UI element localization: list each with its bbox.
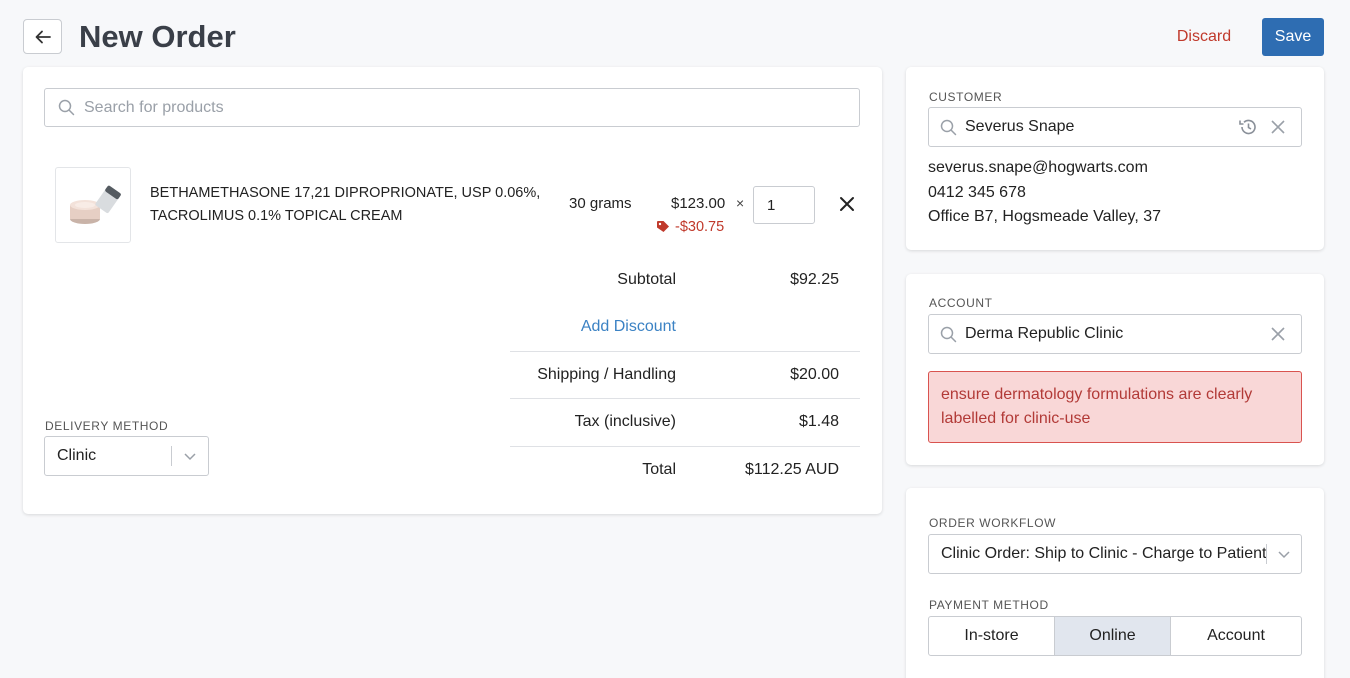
order-workflow-label: ORDER WORKFLOW xyxy=(929,516,1057,530)
order-workflow-value: Clinic Order: Ship to Clinic - Charge to… xyxy=(941,545,1266,562)
add-discount-link[interactable]: Add Discount xyxy=(476,318,676,336)
delivery-method-value: Clinic xyxy=(57,447,97,464)
item-discount: -$30.75 xyxy=(656,219,724,235)
total-value: $112.25 AUD xyxy=(745,461,839,478)
product-price: $123.00 xyxy=(671,195,726,212)
payment-method-label: PAYMENT METHOD xyxy=(929,598,1049,612)
back-button[interactable] xyxy=(23,19,62,54)
search-placeholder: Search for products xyxy=(84,98,224,116)
product-thumbnail xyxy=(55,167,131,243)
customer-email: severus.snape@hogwarts.com xyxy=(928,159,1148,176)
history-icon[interactable] xyxy=(1233,117,1263,137)
product-size: 30 grams xyxy=(569,195,632,212)
shipping-value: $20.00 xyxy=(790,366,839,383)
search-icon xyxy=(58,99,75,116)
cream-jar-image xyxy=(70,185,121,224)
account-notice: ensure dermatology formulations are clea… xyxy=(928,371,1302,443)
payment-method-segmented: In-store Online Account xyxy=(928,616,1302,656)
tax-value: $1.48 xyxy=(798,413,839,430)
search-icon xyxy=(940,119,957,135)
order-workflow-select[interactable]: Clinic Order: Ship to Clinic - Charge to… xyxy=(928,534,1302,574)
remove-item-button[interactable] xyxy=(836,193,858,215)
product-name: BETHAMETHASONE 17,21 DIPROPRIONATE, USP … xyxy=(150,182,560,228)
subtotal-value: $92.25 xyxy=(790,271,839,288)
account-search-input[interactable]: Derma Republic Clinic xyxy=(928,314,1302,354)
customer-label: CUSTOMER xyxy=(929,90,1003,104)
arrow-left-icon xyxy=(35,30,51,43)
clear-customer-icon[interactable] xyxy=(1263,120,1293,134)
total-label: Total xyxy=(642,461,676,478)
product-name-line-1: BETHAMETHASONE 17,21 DIPROPRIONATE, USP … xyxy=(150,185,541,201)
customer-address: Office B7, Hogsmeade Valley, 37 xyxy=(928,208,1162,225)
delivery-method-label: DELIVERY METHOD xyxy=(45,419,169,433)
save-button[interactable]: Save xyxy=(1262,18,1324,56)
customer-name: Severus Snape xyxy=(965,118,1075,135)
clear-account-icon[interactable] xyxy=(1263,327,1293,341)
account-label: ACCOUNT xyxy=(929,296,993,310)
account-name: Derma Republic Clinic xyxy=(965,325,1124,342)
customer-search-input[interactable]: Severus Snape xyxy=(928,107,1302,147)
customer-phone: 0412 345 678 xyxy=(928,184,1026,201)
divider xyxy=(510,446,860,447)
subtotal-label: Subtotal xyxy=(617,271,676,288)
chevron-down-icon xyxy=(1267,550,1301,559)
multiply-sign: × xyxy=(736,195,745,211)
quantity-input[interactable] xyxy=(753,186,815,224)
divider xyxy=(510,351,860,352)
discard-button[interactable]: Discard xyxy=(1164,20,1244,54)
product-search-input[interactable]: Search for products xyxy=(44,88,860,127)
payment-option-in-store[interactable]: In-store xyxy=(929,617,1055,655)
search-icon xyxy=(940,326,957,342)
tax-label: Tax (inclusive) xyxy=(574,413,676,430)
delivery-method-select[interactable]: Clinic xyxy=(44,436,209,476)
payment-option-account[interactable]: Account xyxy=(1171,617,1301,655)
page-title: New Order xyxy=(79,19,236,54)
chevron-down-icon xyxy=(172,452,208,461)
close-icon xyxy=(840,197,854,211)
price-tag-icon xyxy=(657,221,669,232)
product-name-line-2: TACROLIMUS 0.1% TOPICAL CREAM xyxy=(150,208,403,224)
shipping-label: Shipping / Handling xyxy=(537,366,676,383)
divider xyxy=(510,398,860,399)
payment-option-online[interactable]: Online xyxy=(1055,617,1171,655)
item-discount-value: -$30.75 xyxy=(675,219,725,235)
